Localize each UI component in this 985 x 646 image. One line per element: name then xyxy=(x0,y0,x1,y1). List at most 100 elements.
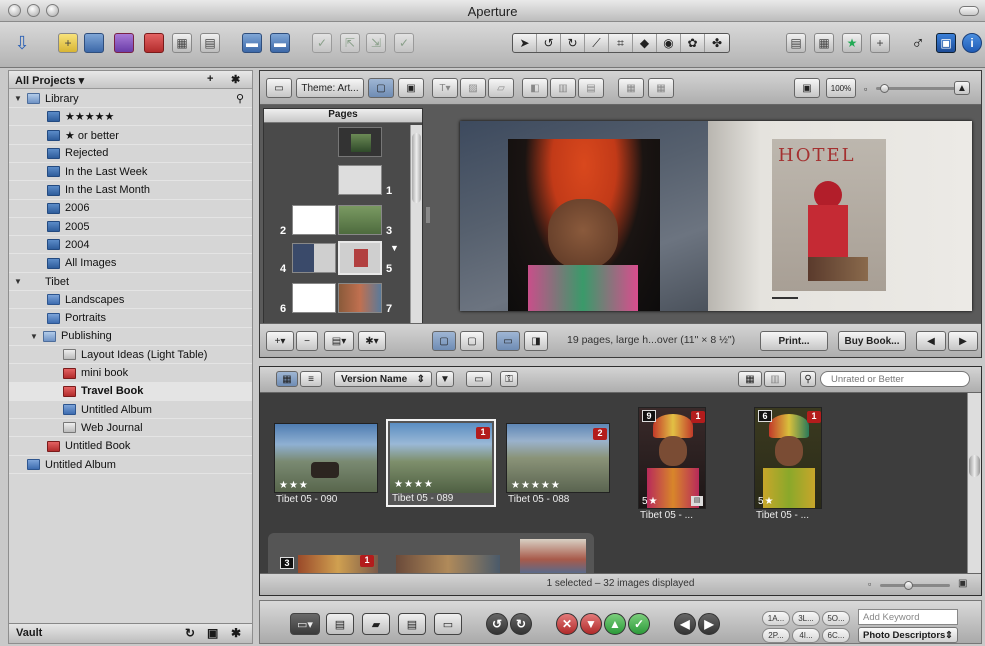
sort-popup[interactable]: Version Name ⇕ xyxy=(334,371,432,387)
tree-item[interactable]: 2005 xyxy=(9,218,252,237)
info-icon[interactable]: i xyxy=(962,33,982,53)
page-view-button[interactable]: ▢ xyxy=(368,78,394,98)
search-input[interactable]: Unrated or Better xyxy=(820,371,970,387)
gear-icon[interactable]: ✱ xyxy=(231,73,240,86)
new-album-button[interactable] xyxy=(84,33,104,53)
viewer-mode-icon[interactable]: ▤ xyxy=(326,613,354,635)
keyword-button[interactable]: 4I... xyxy=(792,628,820,643)
tree-item[interactable]: Landscapes xyxy=(9,291,252,310)
pages-scroll-thumb[interactable] xyxy=(412,133,421,203)
browser-grid-icon[interactable]: ▦ xyxy=(738,371,762,387)
pick-button[interactable]: ✓ xyxy=(312,33,332,53)
rotate-right-icon[interactable]: ↻ xyxy=(510,613,532,635)
tree-item[interactable]: Portraits xyxy=(9,310,252,328)
select-rating-icon[interactable]: ✓ xyxy=(628,613,650,635)
tree-item[interactable]: Untitled Book xyxy=(9,438,252,456)
thumbnail-size-slider[interactable] xyxy=(880,584,950,587)
tree-item[interactable]: Untitled Album xyxy=(9,401,252,420)
hotel-photo[interactable]: HOTEL xyxy=(772,139,886,291)
tree-item[interactable]: Layout Ideas (Light Table) xyxy=(9,346,252,365)
toolbar-toggle-button[interactable] xyxy=(959,6,979,16)
metadata-overlay-icon[interactable]: ▭ xyxy=(466,371,492,387)
add-keyword-input[interactable]: Add Keyword xyxy=(858,609,958,625)
refresh-icon[interactable]: ↻ xyxy=(185,626,195,640)
tree-item[interactable]: mini book xyxy=(9,365,252,383)
list-view-icon[interactable]: ≡ xyxy=(300,371,322,387)
stack-count-badge[interactable]: 3 xyxy=(280,557,294,569)
print-button[interactable]: Print... xyxy=(760,331,828,351)
photo-thumbnail-stack[interactable]: 9 1 5★ ▤ xyxy=(638,407,706,509)
library-search-icon[interactable]: ⚲ xyxy=(236,92,244,105)
remove-page-button[interactable]: − xyxy=(296,331,318,351)
add-text-icon[interactable]: ◧ xyxy=(522,78,548,98)
show-filmstrip-icon[interactable]: ▤ xyxy=(398,613,426,635)
redeye-tool-icon[interactable]: ◉ xyxy=(657,34,681,52)
keyword-button[interactable]: 2P... xyxy=(762,628,790,643)
unstack-button[interactable]: ▬ xyxy=(270,33,290,53)
disclosure-triangle-icon[interactable]: ▼ xyxy=(30,332,40,341)
grid-view-icon[interactable]: ▦ xyxy=(276,371,298,387)
add-project-button[interactable]: + xyxy=(207,73,213,85)
tree-item[interactable]: ▼ Tibet xyxy=(9,273,252,291)
single-page-icon[interactable]: ◨ xyxy=(524,331,548,351)
page-layout-menu-button[interactable]: ▤▾ xyxy=(324,331,354,351)
tree-item[interactable]: Travel Book xyxy=(9,382,252,401)
page-thumbnail-1[interactable] xyxy=(338,165,382,195)
page-thumbnail-7[interactable] xyxy=(338,283,382,313)
increase-rating-icon[interactable]: ▲ xyxy=(604,613,626,635)
vault-add-icon[interactable]: ▣ xyxy=(207,626,218,640)
tree-item[interactable]: 2004 xyxy=(9,236,252,255)
next-image-icon[interactable]: ▶ xyxy=(698,613,720,635)
previous-image-icon[interactable]: ◀ xyxy=(674,613,696,635)
extract-button[interactable]: ⇱ xyxy=(340,33,360,53)
tree-item[interactable]: In the Last Week xyxy=(9,163,252,182)
disclosure-triangle-icon[interactable]: ▼ xyxy=(14,94,24,103)
keyword-button[interactable]: 5O... xyxy=(822,611,850,626)
two-page-icon[interactable]: ▭ xyxy=(496,331,520,351)
previous-page-icon[interactable]: ◀ xyxy=(916,331,946,351)
spread-view-button[interactable]: ▣ xyxy=(398,78,424,98)
star-view-button[interactable]: ★ xyxy=(842,33,862,53)
book-layout-icon[interactable]: ▭ xyxy=(266,78,292,98)
tree-item[interactable]: Untitled Album xyxy=(9,456,252,474)
crop-tool-icon[interactable]: ⌗ xyxy=(609,34,633,52)
photo-thumbnail[interactable]: ★★★ xyxy=(274,423,378,493)
split-handle[interactable] xyxy=(426,207,430,223)
photo-thumbnail-stack[interactable]: 6 1 5★ xyxy=(754,407,822,509)
show-overlays-icon[interactable]: ▰ xyxy=(362,613,390,635)
tree-item[interactable]: In the Last Month xyxy=(9,182,252,200)
zoom-slider-knob[interactable] xyxy=(880,84,889,93)
photo-box-tool-icon[interactable]: ▨ xyxy=(460,78,486,98)
close-stack-button[interactable]: ✓ xyxy=(394,33,414,53)
keyword-button[interactable]: 6C... xyxy=(822,628,850,643)
photo-thumbnail[interactable]: ★★★★★ 2 xyxy=(506,423,610,493)
unlock-layout-icon[interactable]: ▦ xyxy=(648,78,674,98)
all-projects-menu[interactable]: All Projects xyxy=(15,75,76,87)
new-smart-album-button[interactable] xyxy=(114,33,134,53)
page-thumbnail-3[interactable] xyxy=(338,205,382,235)
left-page-photo[interactable] xyxy=(460,121,708,311)
spot-patch-tool-icon[interactable]: ✿ xyxy=(681,34,705,52)
add-page-menu-button[interactable]: +▾ xyxy=(266,331,294,351)
new-project-button[interactable]: + xyxy=(58,33,78,53)
keyword-set-popup[interactable]: Photo Descriptors ⇕ xyxy=(858,627,958,643)
new-book-button[interactable] xyxy=(144,33,164,53)
zoom-level[interactable]: 100% xyxy=(826,78,856,98)
browser-scrollbar[interactable] xyxy=(967,393,981,575)
new-web-gallery-button[interactable]: ▤ xyxy=(200,33,220,53)
tree-item[interactable]: Web Journal xyxy=(9,419,252,438)
vault-gear-icon[interactable]: ✱ xyxy=(231,626,241,640)
theme-button[interactable]: Theme: Art... xyxy=(296,78,364,98)
photo-thumbnail[interactable] xyxy=(520,539,586,573)
full-screen-icon[interactable]: ▭ xyxy=(434,613,462,635)
filmstrip-view-button[interactable]: ▤ xyxy=(786,33,806,53)
select-tool-icon[interactable]: ➤ xyxy=(513,34,537,52)
cover-thumbnail[interactable] xyxy=(338,127,382,157)
tree-item[interactable]: ★★★★★ xyxy=(9,108,252,127)
rotate-left-icon[interactable]: ↺ xyxy=(486,613,508,635)
tree-item[interactable]: All Images xyxy=(9,255,252,273)
show-page-view-icon[interactable]: ▢ xyxy=(432,331,456,351)
stack-button[interactable]: ▬ xyxy=(242,33,262,53)
tree-item[interactable]: ▼ Publishing xyxy=(9,328,252,346)
split-button[interactable]: ⇲ xyxy=(366,33,386,53)
